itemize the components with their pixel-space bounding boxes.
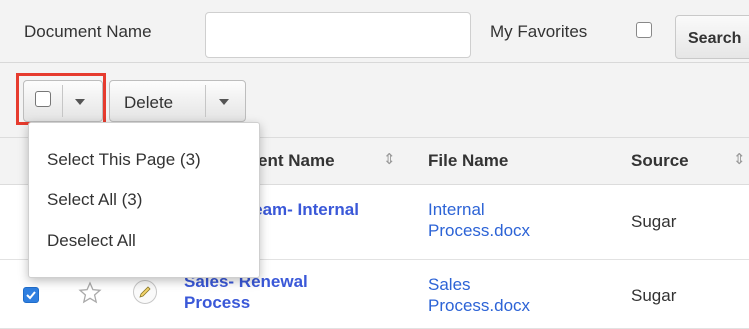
document-name-label: Document Name xyxy=(24,22,152,41)
column-header-source[interactable]: Source xyxy=(631,151,689,171)
chevron-down-icon[interactable] xyxy=(219,99,229,105)
file-name-link[interactable]: Internal Process.docx xyxy=(428,199,530,241)
search-panel: Document Name My Favorites Search xyxy=(0,0,749,63)
menu-item-select-this-page[interactable]: Select This Page (3) xyxy=(47,150,201,170)
column-header-file-name[interactable]: File Name xyxy=(428,151,508,171)
sort-icon[interactable]: ⇕ xyxy=(383,150,396,168)
source-cell: Sugar xyxy=(631,286,677,305)
source-cell: Sugar xyxy=(631,212,677,231)
edit-pencil-icon[interactable] xyxy=(133,280,157,304)
delete-button[interactable]: Delete xyxy=(109,80,246,122)
menu-item-select-all[interactable]: Select All (3) xyxy=(47,190,142,210)
file-name-line: Process.docx xyxy=(428,221,531,240)
pencil-icon xyxy=(139,286,151,298)
document-name-line: Process xyxy=(184,293,251,312)
checkmark-icon xyxy=(26,291,36,300)
delete-label: Delete xyxy=(124,93,174,112)
highlight-box xyxy=(16,73,106,125)
star-icon[interactable] xyxy=(78,281,102,305)
file-name-line: Sales xyxy=(428,275,471,294)
document-name-input[interactable] xyxy=(205,12,471,58)
my-favorites-label: My Favorites xyxy=(490,22,588,41)
my-favorites-checkbox[interactable] xyxy=(636,22,652,38)
file-name-line: Process.docx xyxy=(428,296,531,315)
row-checkbox-checked[interactable] xyxy=(23,287,39,303)
search-button[interactable]: Search xyxy=(675,15,749,59)
document-name-line: s xyxy=(244,220,359,241)
sort-icon[interactable]: ⇕ xyxy=(733,150,746,168)
menu-item-deselect-all[interactable]: Deselect All xyxy=(47,231,136,251)
column-header-document-name[interactable]: ent Name xyxy=(258,151,335,171)
mass-select-dropdown-menu: Select This Page (3) Select All (3) Dese… xyxy=(28,122,260,278)
file-name-link[interactable]: Sales Process.docx xyxy=(428,274,530,316)
document-name-link[interactable]: Team- Internal s xyxy=(244,199,359,241)
file-name-line: Internal xyxy=(428,200,485,219)
document-name-line: Team- Internal xyxy=(244,200,359,219)
delete-divider xyxy=(205,85,206,117)
